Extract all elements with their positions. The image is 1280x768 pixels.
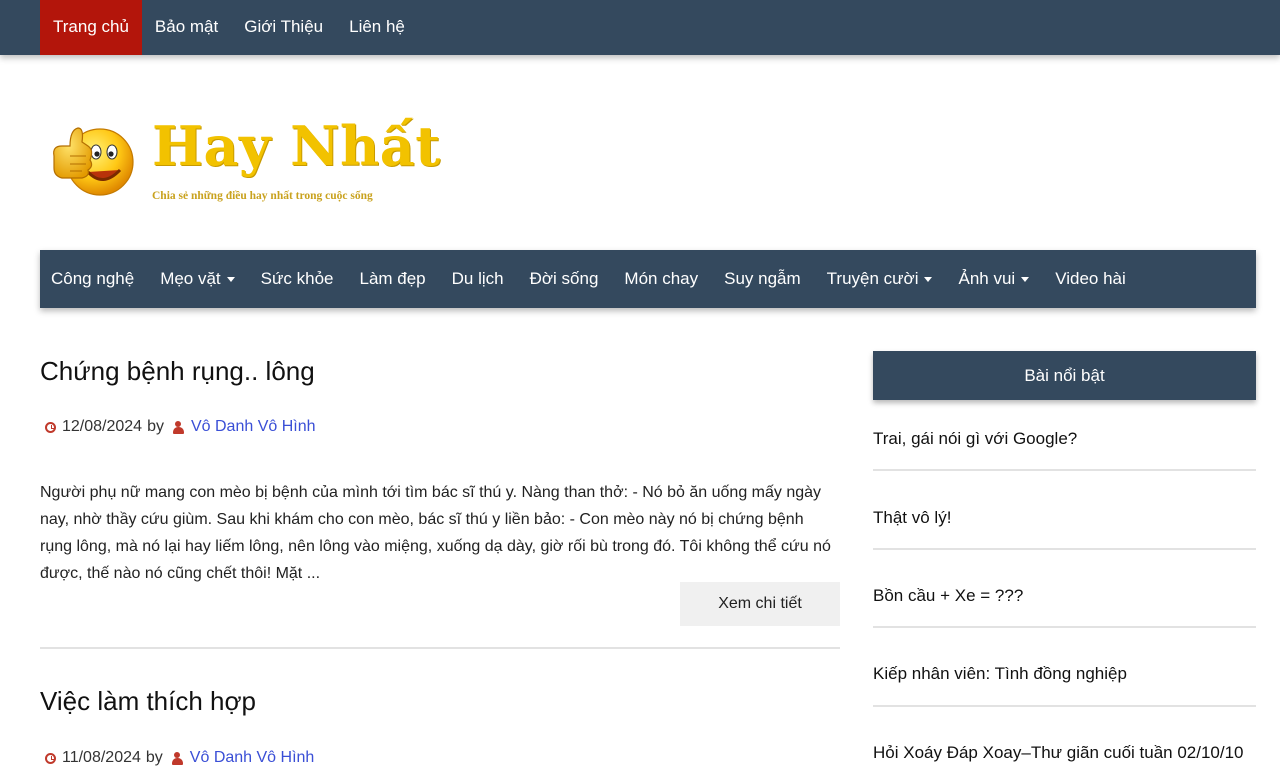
thumbs-up-smiley-icon <box>53 127 134 196</box>
nav-item-jokes[interactable]: Truyện cười <box>814 250 946 308</box>
top-nav-contact[interactable]: Liên hệ <box>336 0 418 55</box>
top-nav: Trang chủ Bảo mật Giới Thiệu Liên hệ <box>40 0 418 55</box>
sidebar-divider <box>873 469 1256 471</box>
site-tagline: Chia sẻ những điều hay nhất trong cuộc s… <box>152 190 373 202</box>
post-by-label: by <box>147 418 164 435</box>
nav-item-health[interactable]: Sức khỏe <box>248 250 347 308</box>
sidebar-link[interactable]: Thật vô lý! <box>873 508 1256 528</box>
user-icon <box>172 420 184 434</box>
sidebar-divider <box>873 626 1256 628</box>
post-title[interactable]: Chứng bệnh rụng.. lông <box>40 356 840 387</box>
sidebar-link[interactable]: Kiếp nhân viên: Tình đồng nghiệp <box>873 664 1256 684</box>
post-card: Việc làm thích hợp 11/08/2024 by Vô Danh… <box>40 686 840 768</box>
sidebar-featured: Bài nổi bật Trai, gái nói gì với Google?… <box>873 351 1256 768</box>
site-logo[interactable]: Hay Nhất Chia sẻ những điều hay nhất tro… <box>48 110 441 215</box>
nav-item-beauty[interactable]: Làm đẹp <box>346 250 438 308</box>
caret-down-icon <box>1021 276 1030 282</box>
sidebar-link[interactable]: Trai, gái nói gì với Google? <box>873 429 1256 449</box>
caret-down-icon <box>924 276 933 282</box>
nav-item-tips[interactable]: Mẹo vặt <box>147 250 247 308</box>
clock-icon <box>45 752 56 764</box>
top-nav-home[interactable]: Trang chủ <box>40 0 142 55</box>
caret-down-icon <box>226 276 235 282</box>
nav-item-travel[interactable]: Du lịch <box>439 250 517 308</box>
post-meta: 12/08/2024 by Vô Danh Vô Hình <box>45 418 316 436</box>
user-icon <box>171 751 183 765</box>
nav-item-technology[interactable]: Công nghệ <box>40 250 147 308</box>
post-author-link[interactable]: Vô Danh Vô Hình <box>190 749 315 767</box>
sidebar-link[interactable]: Bồn cầu + Xe = ??? <box>873 586 1256 606</box>
sidebar-link[interactable]: Hỏi Xoáy Đáp Xoay–Thư giãn cuối tuần 02/… <box>873 743 1256 763</box>
post-title[interactable]: Việc làm thích hợp <box>40 686 840 717</box>
top-nav-security[interactable]: Bảo mật <box>142 0 231 55</box>
nav-item-funny-photos[interactable]: Ảnh vui <box>945 250 1042 308</box>
main-nav: Công nghệ Mẹo vặt Sức khỏe Làm đẹp Du lị… <box>40 250 1256 308</box>
nav-item-life[interactable]: Đời sống <box>517 250 612 308</box>
post-meta: 11/08/2024 by Vô Danh Vô Hình <box>45 749 314 767</box>
top-bar: Trang chủ Bảo mật Giới Thiệu Liên hệ <box>0 0 1280 55</box>
sidebar-divider <box>873 548 1256 550</box>
read-more-button[interactable]: Xem chi tiết <box>680 582 840 626</box>
site-title: Hay Nhất <box>152 114 441 178</box>
post-by-label: by <box>145 749 163 766</box>
post-card: Chứng bệnh rụng.. lông 12/08/2024 by Vô … <box>40 356 840 636</box>
nav-item-reflection[interactable]: Suy ngẫm <box>711 250 814 308</box>
post-excerpt: Người phụ nữ mang con mèo bị bệnh của mì… <box>40 484 831 582</box>
post-date: 12/08/2024 <box>62 418 143 435</box>
post-divider <box>40 647 840 649</box>
clock-icon <box>45 421 56 433</box>
post-author-link[interactable]: Vô Danh Vô Hình <box>191 418 316 436</box>
sidebar-divider <box>873 705 1256 707</box>
sidebar-title: Bài nổi bật <box>873 351 1256 400</box>
nav-item-vegetarian[interactable]: Món chay <box>611 250 711 308</box>
post-date: 11/08/2024 <box>62 749 141 766</box>
nav-item-funny-videos[interactable]: Video hài <box>1042 250 1139 308</box>
top-nav-about[interactable]: Giới Thiệu <box>231 0 336 55</box>
